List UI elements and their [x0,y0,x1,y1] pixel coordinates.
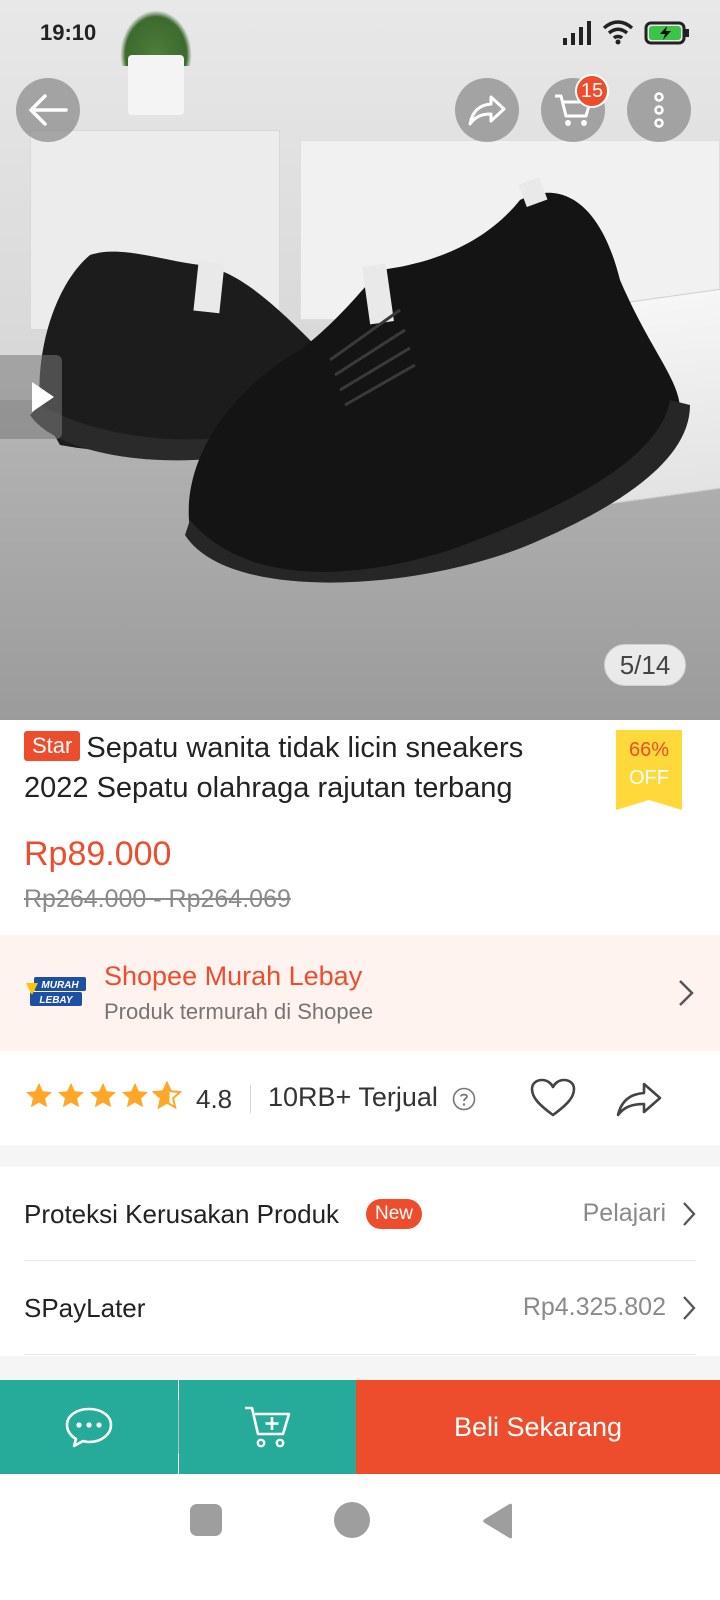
chevron-right-icon [679,980,694,1006]
add-to-cart-icon [244,1406,290,1448]
cart-count-badge: 15 [575,74,609,108]
star-icon [90,1082,116,1108]
murah-lebay-logo: MURAH LEBAY [26,977,86,1006]
signal-icon [563,21,591,45]
protection-label: Proteksi Kerusakan Produk [24,1199,340,1229]
battery-icon [644,21,689,45]
protection-row[interactable]: Proteksi Kerusakan Produk New Pelajari [24,1167,696,1261]
section-separator [0,1145,720,1167]
protection-link: Pelajari [582,1199,666,1227]
more-options-button[interactable] [627,78,691,142]
status-bar: 19:10 [0,0,720,66]
back-arrow-icon [29,94,68,126]
discount-off-label: OFF [629,767,669,789]
chat-button[interactable] [0,1380,178,1474]
bottom-action-bar: Beli Sekarang [0,1380,720,1474]
promo-title: Shopee Murah Lebay [104,961,363,991]
product-title: Star Sepatu wanita tidak licin sneakers 2… [24,728,594,808]
discount-flag: 66% OFF [616,730,682,810]
divider [250,1085,251,1113]
star-icon [122,1082,148,1108]
svg-text:LEBAY: LEBAY [39,995,73,1006]
spaylater-label: SPayLater [24,1293,146,1323]
system-icons [562,18,690,48]
back-nav-icon[interactable] [480,1502,516,1540]
star-icon [26,1082,52,1108]
rating-value: 4.8 [196,1084,233,1114]
murah-lebay-banner[interactable]: MURAH LEBAY Shopee Murah Lebay Produk te… [0,935,720,1051]
star-half-icon [152,1081,182,1110]
chevron-right-icon [683,1202,696,1226]
heart-icon[interactable] [530,1078,576,1118]
star-seller-badge: Star [24,731,81,761]
sold-count: 10RB+ Terjual [268,1082,438,1112]
recents-button[interactable] [190,1504,222,1536]
product-image-gallery[interactable]: 5/14 [0,0,720,720]
product-price: Rp89.000 [24,835,172,873]
wifi-icon [602,20,634,45]
product-title-text: Sepatu wanita tidak licin sneakers 2022 … [24,732,524,804]
section-separator [0,1356,720,1380]
spaylater-limit: Rp4.325.802 [522,1293,666,1321]
share-icon [468,95,506,126]
promo-subtitle: Produk termurah di Shopee [104,999,374,1024]
back-button[interactable] [16,78,80,142]
add-to-cart-button[interactable] [179,1380,356,1474]
share-icon[interactable] [615,1081,663,1117]
image-counter: 5/14 [604,644,686,686]
svg-text:MURAH: MURAH [41,980,79,991]
discount-percent: 66% [628,739,670,761]
cart-button[interactable]: 15 [541,74,609,142]
chevron-right-icon [683,1296,696,1320]
more-vertical-icon [654,92,664,128]
home-button[interactable] [334,1502,370,1538]
help-icon[interactable] [452,1087,476,1111]
new-badge: New [366,1199,423,1229]
spaylater-row[interactable]: SPayLater Rp4.325.802 [24,1261,696,1355]
product-photo-sneakers [30,176,690,583]
play-icon [32,382,54,412]
video-play-button[interactable] [0,355,62,439]
rating-stars [24,1081,182,1111]
star-icon [58,1082,84,1108]
buy-now-button[interactable]: Beli Sekarang [356,1380,720,1474]
original-price: Rp264.000 - Rp264.069 [24,885,291,913]
system-navigation-bar [0,1474,720,1600]
rating-row: 4.8 10RB+ Terjual [0,1051,720,1145]
status-time: 19:10 [40,20,97,45]
chat-icon [65,1407,113,1448]
share-button[interactable] [455,78,519,142]
